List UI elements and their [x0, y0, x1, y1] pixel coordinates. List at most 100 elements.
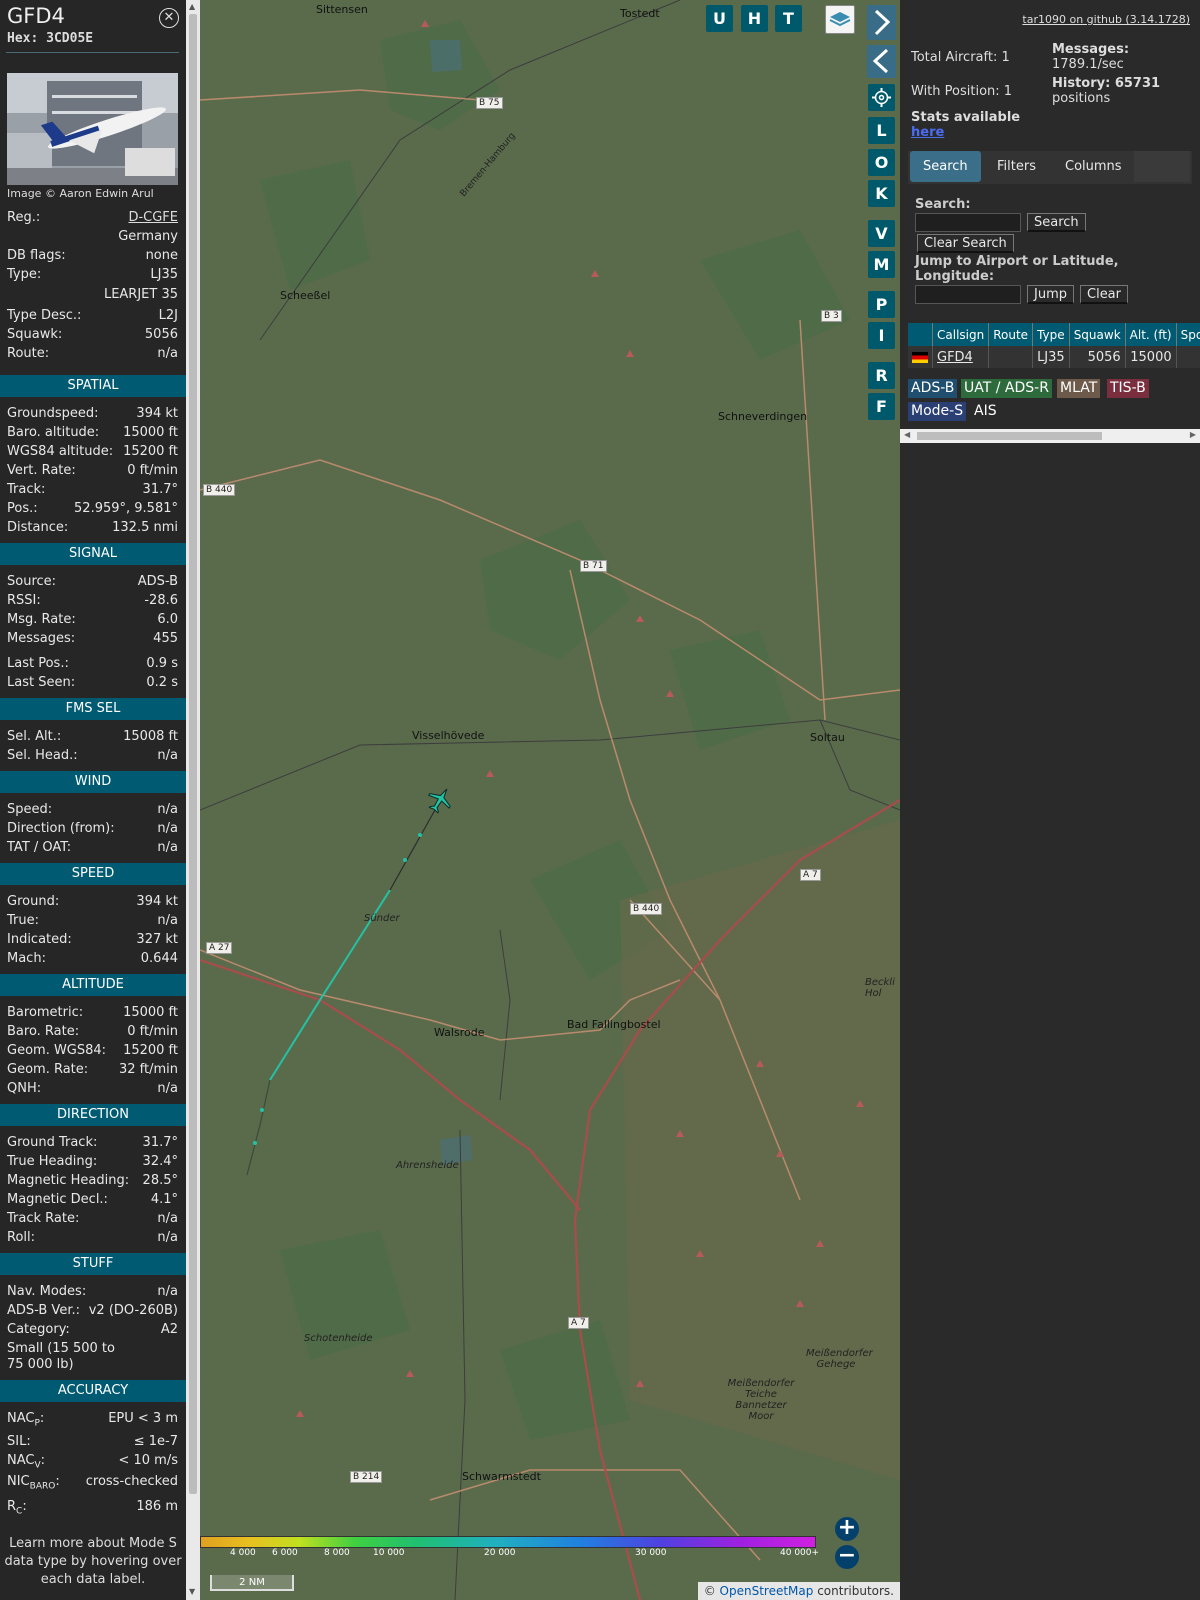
info-row: Mach: 0.644 — [7, 951, 178, 970]
row-value: 394 kt — [136, 406, 178, 421]
t-button[interactable]: T — [775, 5, 802, 32]
close-icon[interactable]: ✕ — [159, 8, 179, 28]
row-value: n/a — [157, 1081, 178, 1096]
column-header-type[interactable]: Type — [1032, 323, 1070, 346]
tab-filters[interactable]: Filters — [984, 151, 1049, 182]
p-button[interactable]: P — [868, 291, 895, 318]
info-row: Groundspeed: 394 kt — [7, 406, 178, 425]
row-label: Category: — [7, 1322, 70, 1337]
nacv-value: < 10 m/s — [118, 1453, 178, 1468]
m-button[interactable]: M — [868, 251, 895, 278]
place-label: Schneverdingen — [718, 410, 808, 423]
info-row: Baro. Rate: 0 ft/min — [7, 1024, 178, 1043]
aircraft-photo[interactable] — [7, 73, 178, 185]
r-button[interactable]: R — [868, 362, 895, 389]
row-label: Ground: — [7, 894, 60, 909]
l-button[interactable]: L — [868, 117, 895, 144]
road-label: A 7 — [800, 869, 821, 881]
github-link[interactable]: tar1090 on github (3.14.1728) — [1022, 13, 1190, 26]
settings-gear-icon[interactable] — [868, 84, 895, 111]
info-row: Magnetic Heading: 28.5° — [7, 1173, 178, 1192]
place-label: Schotenheide — [304, 1333, 373, 1344]
row-label: WGS84 altitude: — [7, 444, 114, 459]
stats-here-link[interactable]: here — [911, 125, 944, 140]
column-header-route[interactable]: Route — [988, 323, 1034, 346]
tab-search[interactable]: Search — [910, 151, 981, 182]
tab-columns[interactable]: Columns — [1052, 151, 1135, 182]
aircraft-marker-icon[interactable] — [426, 786, 454, 814]
sil-label: SIL: — [7, 1434, 31, 1449]
row-value: A2 — [160, 1322, 178, 1337]
row-label: Baro. altitude: — [7, 425, 100, 440]
zoom-out-icon[interactable]: − — [835, 1545, 859, 1569]
row-value: ADS-B — [137, 574, 178, 589]
row-label: RSSI: — [7, 593, 41, 608]
v-button[interactable]: V — [868, 220, 895, 247]
rc-label: RC: — [7, 1499, 27, 1517]
row-label: Magnetic Decl.: — [7, 1192, 108, 1207]
row-value: 0 ft/min — [127, 1024, 178, 1039]
clear-search-button[interactable]: Clear Search — [917, 234, 1014, 253]
row-value: n/a — [157, 1230, 178, 1245]
db-flags-value: none — [145, 248, 178, 263]
scroll-left-icon[interactable]: ◀ — [904, 430, 910, 439]
table-horizontal-scrollbar[interactable]: ◀ ▶ — [900, 429, 1200, 443]
collapse-left-icon[interactable] — [867, 45, 896, 78]
column-header-flag[interactable] — [908, 323, 933, 346]
scroll-down-icon[interactable]: ▼ — [189, 1587, 195, 1596]
jump-input[interactable] — [915, 285, 1021, 304]
f-button[interactable]: F — [868, 393, 895, 420]
info-row: Sel. Head.: n/a — [7, 748, 178, 767]
row-value: n/a — [157, 913, 178, 928]
layers-icon[interactable] — [825, 5, 855, 34]
scrollbar-thumb[interactable] — [917, 432, 1102, 440]
with-position: With Position: 1 — [911, 84, 1013, 99]
column-header-callsign[interactable]: Callsign — [932, 323, 990, 346]
column-header-speed[interactable]: Spd. — [1176, 323, 1200, 346]
road-label: B 71 — [580, 560, 607, 572]
reg-link[interactable]: D-CGFE — [128, 210, 178, 225]
sil-value: ≤ 1e-7 — [133, 1434, 178, 1449]
nacp-value: EPU < 3 m — [108, 1411, 178, 1426]
row-label: Indicated: — [7, 932, 72, 947]
route-label: Route: — [7, 346, 50, 361]
column-header-squawk[interactable]: Squawk — [1069, 323, 1126, 346]
place-label: Ahrensheide — [396, 1160, 459, 1171]
type-desc-label: Type Desc.: — [7, 308, 82, 323]
clear-button[interactable]: Clear — [1080, 285, 1128, 304]
legend-mlat: MLAT — [1057, 379, 1101, 398]
road-label: B 214 — [350, 1471, 383, 1483]
search-input[interactable] — [915, 213, 1021, 232]
zoom-in-icon[interactable]: + — [835, 1517, 859, 1541]
country-value: Germany — [118, 229, 178, 244]
row-label: Sel. Head.: — [7, 748, 78, 763]
info-row: Speed: n/a — [7, 802, 178, 821]
h-button[interactable]: H — [741, 5, 768, 32]
scroll-up-icon[interactable]: ▲ — [189, 2, 195, 11]
row-value: 28.5° — [142, 1173, 178, 1188]
db-flags-row: DB flags: none — [7, 248, 178, 267]
cell-callsign[interactable]: GFD4 — [932, 346, 990, 368]
k-button[interactable]: K — [868, 180, 895, 207]
info-panel-scrollbar[interactable]: ▲ ▼ — [186, 0, 200, 1600]
section-wind: WIND — [0, 771, 186, 793]
sil-row: SIL: ≤ 1e-7 — [7, 1434, 178, 1453]
row-value: 32 ft/min — [118, 1062, 178, 1077]
i-button[interactable]: I — [868, 322, 895, 349]
scroll-right-icon[interactable]: ▶ — [1190, 430, 1196, 439]
map-view[interactable]: Sittensen Tostedt Scheeßel Schneverdinge… — [200, 0, 900, 1600]
jump-button[interactable]: Jump — [1027, 285, 1074, 304]
o-button[interactable]: O — [868, 149, 895, 176]
cell-speed — [1176, 346, 1200, 368]
row-value: 132.5 nmi — [112, 520, 178, 535]
column-header-altitude[interactable]: Alt. (ft) — [1125, 323, 1177, 346]
table-row[interactable]: GFD4 LJ35 5056 15000 — [908, 346, 1200, 368]
u-button[interactable]: U — [706, 5, 733, 32]
aircraft-hex: Hex: 3CD05E — [7, 31, 94, 46]
info-row: ADS-B Ver.: v2 (DO-260B) — [7, 1303, 178, 1322]
scrollbar-thumb[interactable] — [189, 14, 197, 1494]
openstreetmap-link[interactable]: OpenStreetMap — [720, 1584, 814, 1598]
row-value: 0.9 s — [146, 656, 178, 671]
expand-right-icon[interactable] — [867, 5, 896, 40]
search-button[interactable]: Search — [1027, 213, 1086, 232]
